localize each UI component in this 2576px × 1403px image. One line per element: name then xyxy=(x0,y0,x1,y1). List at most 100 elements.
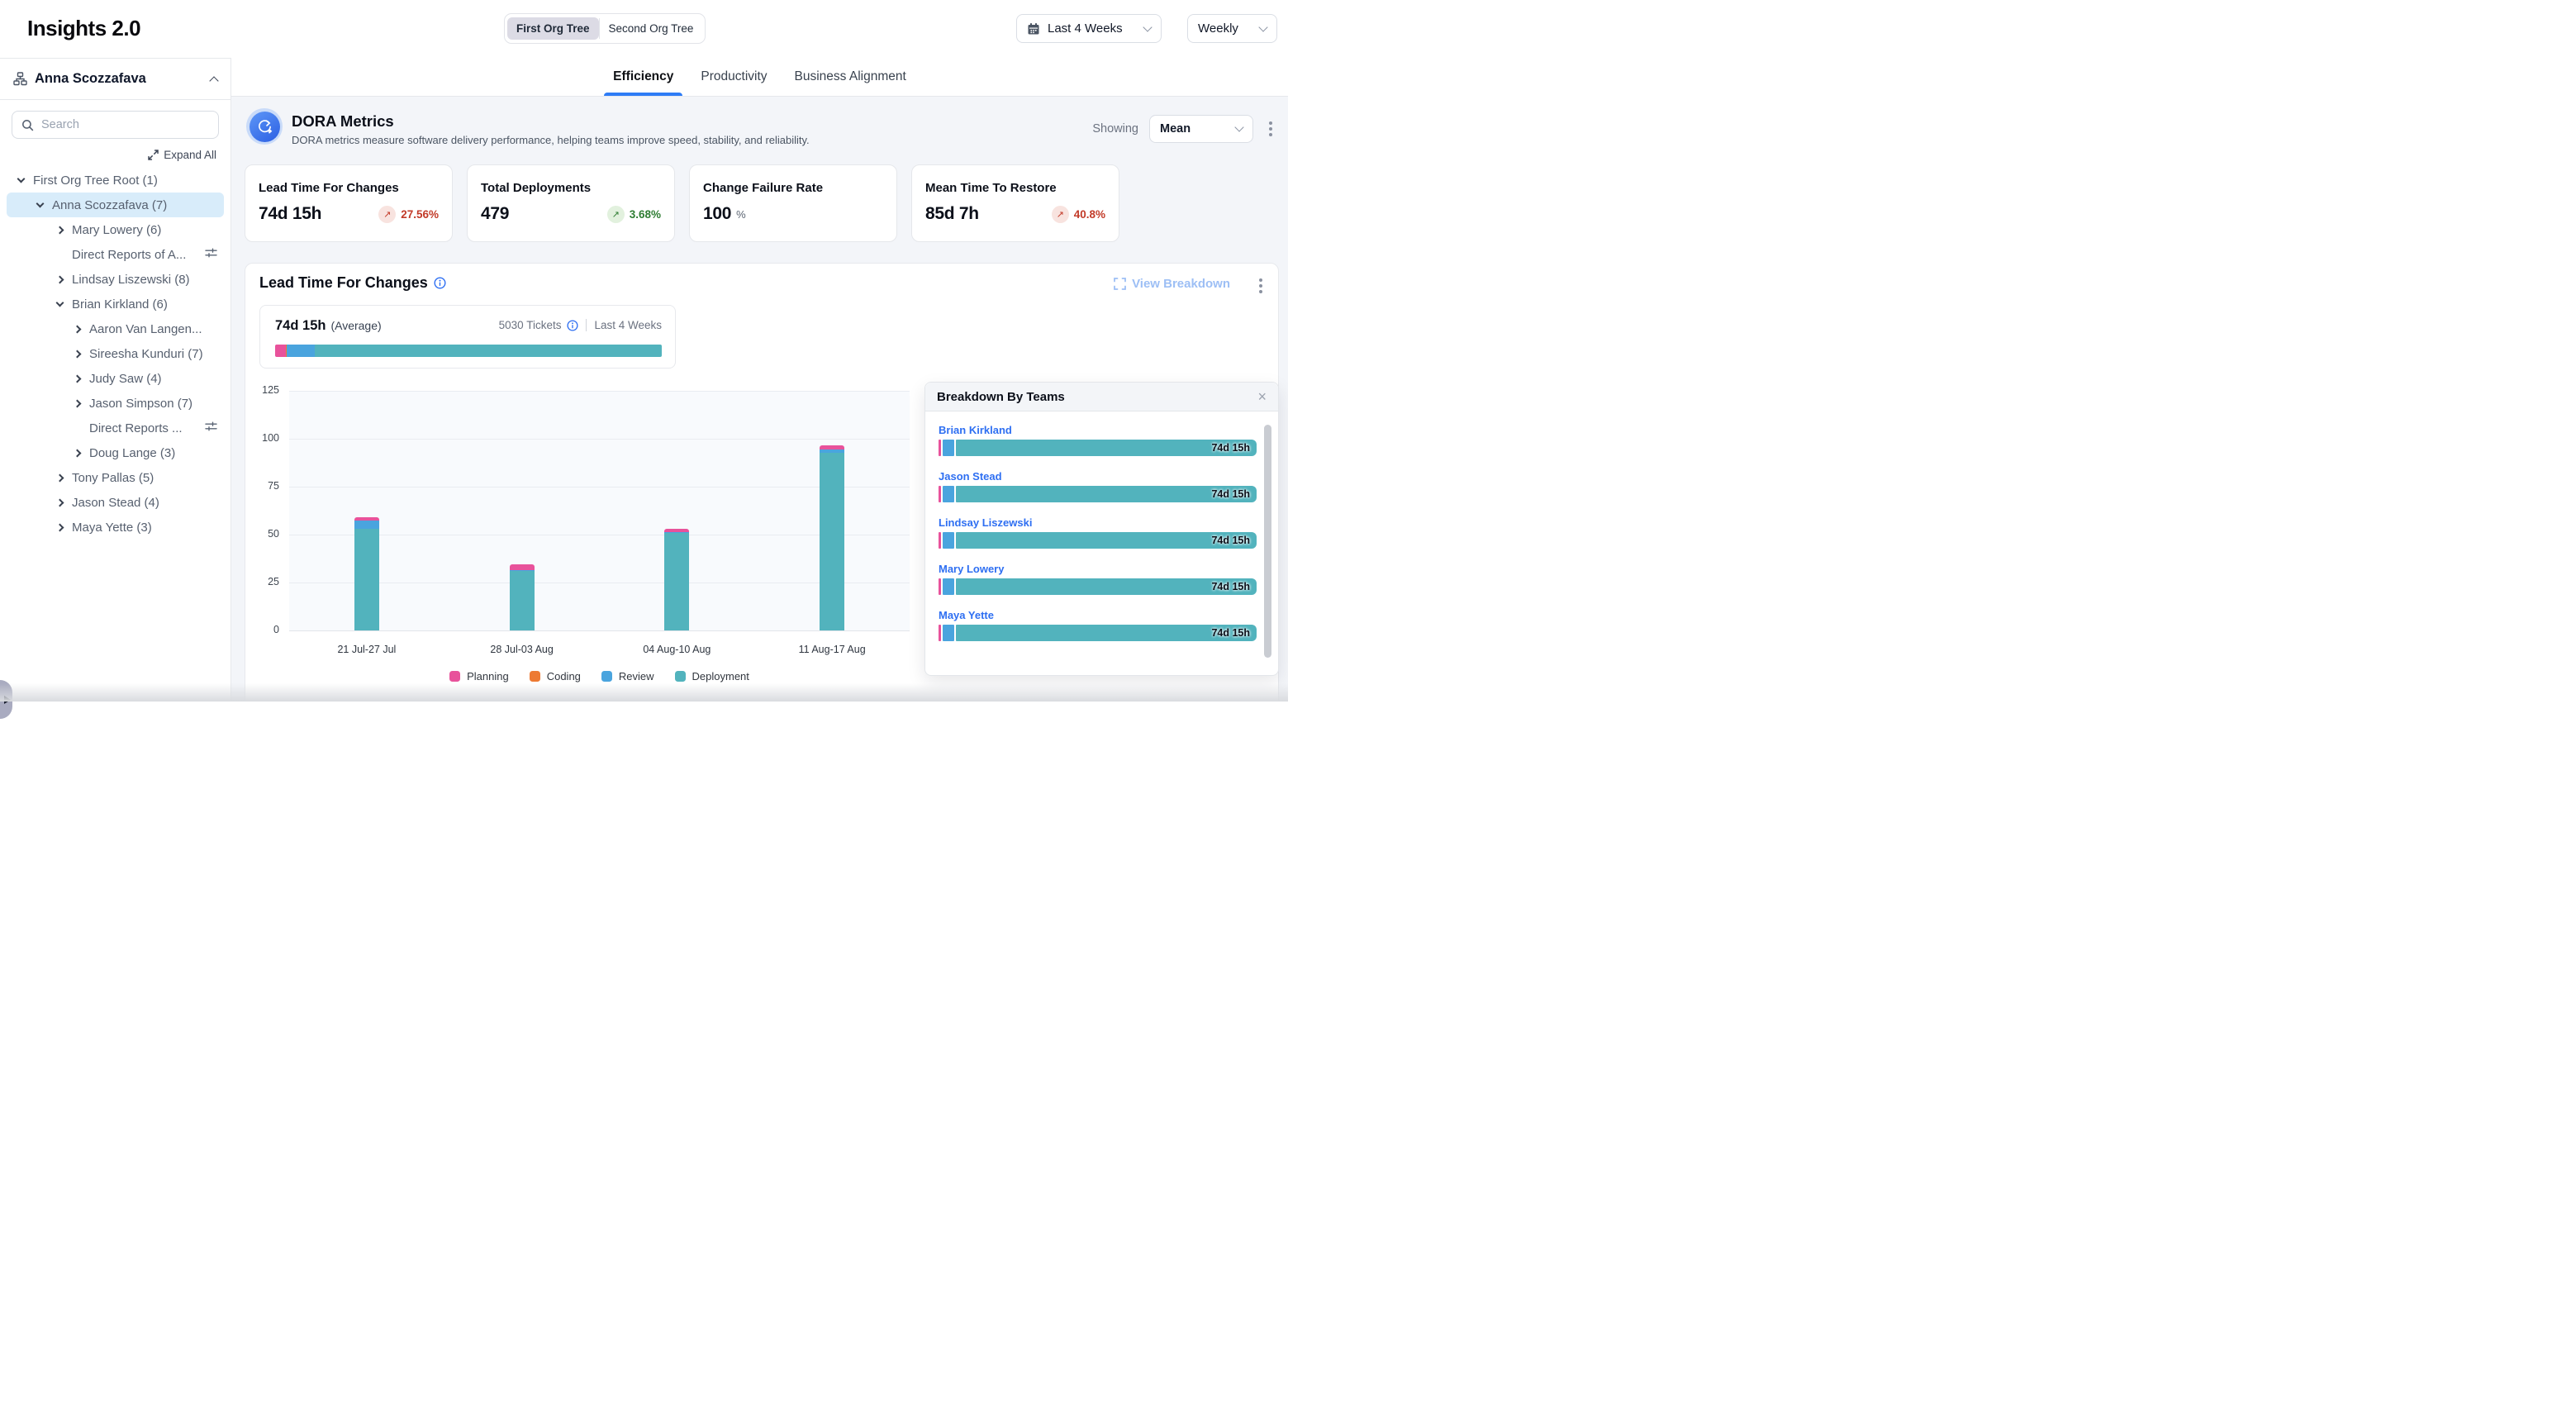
tree-item-anna-scozzafava-7[interactable]: Anna Scozzafava (7) xyxy=(7,193,224,217)
showing-label: Showing xyxy=(1092,122,1138,136)
granularity-select[interactable]: Weekly xyxy=(1187,14,1277,43)
gridline xyxy=(289,391,910,392)
breakdown-scrollbar[interactable] xyxy=(1264,425,1271,658)
chart-bar-11-aug-17-aug[interactable] xyxy=(820,445,844,630)
tree-item-brian-kirkland-6[interactable]: Brian Kirkland (6) xyxy=(7,292,224,316)
breakdown-team-link[interactable]: Lindsay Liszewski xyxy=(939,516,1257,529)
metric-card-value: 85d 7h xyxy=(925,204,979,224)
tree-item-judy-saw-4[interactable]: Judy Saw (4) xyxy=(7,366,224,391)
tree-item-label: Direct Reports ... xyxy=(89,421,183,435)
tree-item-mary-lowery-6[interactable]: Mary Lowery (6) xyxy=(7,217,224,242)
breakdown-title: Breakdown By Teams xyxy=(937,390,1065,404)
view-breakdown-button[interactable]: View Breakdown xyxy=(1114,277,1230,291)
sidebar-user-header[interactable]: Anna Scozzafava xyxy=(0,59,231,100)
sidebar-user-name: Anna Scozzafava xyxy=(35,71,146,87)
showing-value: Mean xyxy=(1160,122,1229,136)
bar-segment-review xyxy=(354,521,379,529)
chevron-down-icon[interactable] xyxy=(56,299,64,307)
tree-item-direct-reports-of-a[interactable]: Direct Reports of A... xyxy=(7,242,224,267)
tree-item-jason-stead-4[interactable]: Jason Stead (4) xyxy=(7,490,224,515)
tree-item-maya-yette-3[interactable]: Maya Yette (3) xyxy=(7,515,224,540)
tree-item-doug-lange-3[interactable]: Doug Lange (3) xyxy=(7,440,224,465)
tree-item-sireesha-kunduri-7[interactable]: Sireesha Kunduri (7) xyxy=(7,341,224,366)
bd-segment-deployment: 74d 15h xyxy=(956,486,1257,502)
chevron-right-icon[interactable] xyxy=(74,449,82,457)
tree-item-label: Anna Scozzafava (7) xyxy=(52,198,167,212)
tree-item-label: Brian Kirkland (6) xyxy=(72,297,168,312)
chevron-right-icon[interactable] xyxy=(74,374,82,383)
legend-item-planning[interactable]: Planning xyxy=(449,670,509,682)
average-period: Last 4 Weeks xyxy=(594,319,662,331)
average-value: 74d 15h xyxy=(275,318,326,334)
legend-item-review[interactable]: Review xyxy=(601,670,654,682)
chevron-right-icon[interactable] xyxy=(56,498,64,507)
average-label: (Average) xyxy=(330,319,381,332)
breakdown-by-teams-panel: Breakdown By Teams × Brian Kirkland 74d 1… xyxy=(924,382,1279,676)
breakdown-phase-bar: 74d 15h xyxy=(939,486,1257,502)
legend-label: Deployment xyxy=(692,670,749,682)
chevron-down-icon[interactable] xyxy=(36,200,45,208)
date-range-select[interactable]: Last 4 Weeks xyxy=(1016,14,1162,43)
legend-item-deployment[interactable]: Deployment xyxy=(675,670,749,682)
dora-kebab-menu[interactable] xyxy=(1264,118,1277,140)
chevron-right-icon[interactable] xyxy=(56,473,64,482)
tree-item-aaron-van-langen[interactable]: Aaron Van Langen... xyxy=(7,316,224,341)
chevron-right-icon[interactable] xyxy=(56,226,64,234)
org-tree-toggle-first[interactable]: First Org Tree xyxy=(507,17,599,40)
trend-percent: 27.56% xyxy=(401,208,439,221)
org-chart-icon xyxy=(13,72,27,86)
chart-bar-04-aug-10-aug[interactable] xyxy=(664,529,689,630)
lead-time-title: Lead Time For Changes xyxy=(259,274,428,292)
legend-label: Review xyxy=(619,670,654,682)
tree-item-jason-simpson-7[interactable]: Jason Simpson (7) xyxy=(7,391,224,416)
tree-item-direct-reports[interactable]: Direct Reports ... xyxy=(7,416,224,440)
chevron-up-icon[interactable] xyxy=(209,76,218,85)
chevron-right-icon[interactable] xyxy=(56,275,64,283)
tab-efficiency[interactable]: Efficiency xyxy=(611,57,676,96)
bd-segment-planning xyxy=(939,440,941,456)
tab-productivity[interactable]: Productivity xyxy=(698,57,769,96)
tree-item-tony-pallas-5[interactable]: Tony Pallas (5) xyxy=(7,465,224,490)
breakdown-row-jason-stead: Jason Stead 74d 15h xyxy=(939,470,1257,502)
breakdown-team-link[interactable]: Brian Kirkland xyxy=(939,424,1257,436)
legend-swatch xyxy=(675,671,686,682)
expand-corners-icon xyxy=(1114,278,1126,290)
info-icon[interactable] xyxy=(434,277,446,289)
avg-bar-segment-deployment xyxy=(315,345,662,357)
chevron-right-icon[interactable] xyxy=(56,523,64,531)
bar-segment-planning xyxy=(510,564,535,570)
tab-business-alignment[interactable]: Business Alignment xyxy=(792,57,909,96)
breakdown-team-link[interactable]: Jason Stead xyxy=(939,470,1257,483)
x-axis-label: 04 Aug-10 Aug xyxy=(600,644,755,655)
chevron-right-icon[interactable] xyxy=(74,399,82,407)
metric-card-total-deployments: Total Deployments479↗3.68% xyxy=(467,164,675,242)
chevron-down-icon[interactable] xyxy=(17,175,26,183)
gridline xyxy=(289,630,910,631)
showing-select[interactable]: Mean xyxy=(1149,115,1253,143)
trend-badge: ↗40.8% xyxy=(1052,206,1105,223)
breakdown-team-link[interactable]: Maya Yette xyxy=(939,609,1257,621)
filter-sliders-icon[interactable] xyxy=(205,421,217,435)
close-icon[interactable]: × xyxy=(1257,389,1267,404)
tree-item-lindsay-liszewski-8[interactable]: Lindsay Liszewski (8) xyxy=(7,267,224,292)
bd-segment-review xyxy=(943,625,954,641)
trend-badge: ↗27.56% xyxy=(378,206,439,223)
info-icon[interactable] xyxy=(567,320,578,331)
search-icon xyxy=(21,119,34,131)
legend-swatch xyxy=(449,671,460,682)
expand-all-button[interactable]: Expand All xyxy=(14,149,216,161)
sidebar-collapse-handle[interactable] xyxy=(0,680,12,719)
trend-percent: 40.8% xyxy=(1074,208,1105,221)
lead-time-kebab-menu[interactable] xyxy=(1254,275,1267,297)
breakdown-team-link[interactable]: Mary Lowery xyxy=(939,563,1257,575)
metric-card-value: 479 xyxy=(481,204,509,224)
chart-bar-28-jul-03-aug[interactable] xyxy=(510,564,535,630)
tree-item-first-org-tree-root-1[interactable]: First Org Tree Root (1) xyxy=(7,168,224,193)
search-input[interactable] xyxy=(41,118,209,131)
chart-bar-21-jul-27-jul[interactable] xyxy=(354,517,379,630)
org-tree-toggle-second[interactable]: Second Org Tree xyxy=(600,17,703,40)
filter-sliders-icon[interactable] xyxy=(205,247,217,262)
legend-item-coding[interactable]: Coding xyxy=(530,670,581,682)
chevron-right-icon[interactable] xyxy=(74,325,82,333)
chevron-right-icon[interactable] xyxy=(74,350,82,358)
